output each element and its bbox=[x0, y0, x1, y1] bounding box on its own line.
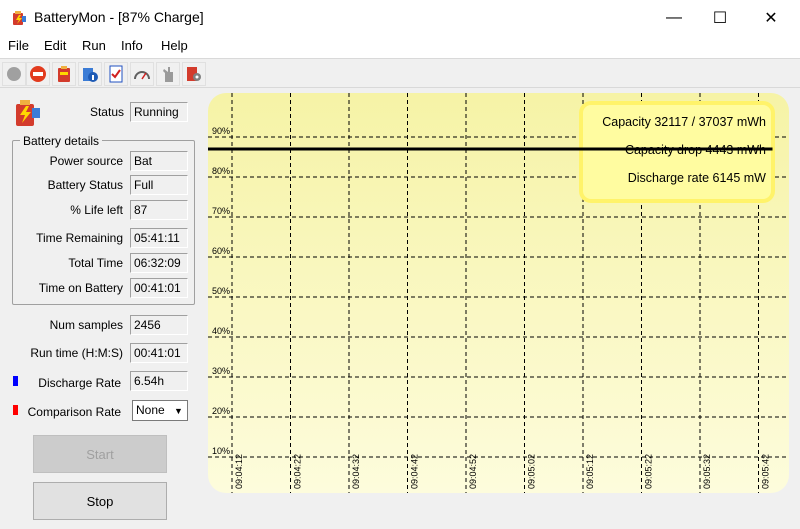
start-button[interactable]: Start bbox=[33, 435, 167, 473]
checklist-button[interactable] bbox=[104, 62, 128, 86]
stop-icon bbox=[30, 66, 46, 82]
menu-info[interactable]: Info bbox=[121, 38, 143, 53]
battery-icon bbox=[58, 66, 70, 82]
chart-panel: 90% 80% 70% 60% 50% 40% 30% 20% 10% 09:04:12 09:0… bbox=[208, 93, 789, 493]
menu-bar: File Edit Run Info Help bbox=[0, 36, 800, 58]
stop-button[interactable]: Stop bbox=[33, 482, 167, 520]
discharge-rate-label: Discharge Rate bbox=[38, 376, 121, 390]
menu-edit[interactable]: Edit bbox=[44, 38, 66, 53]
y-tick-label: 20% bbox=[212, 406, 230, 416]
x-tick-label: 09:04:52 bbox=[468, 454, 478, 489]
battery-details-title: Battery details bbox=[20, 134, 103, 148]
time-remaining-label: Time Remaining bbox=[36, 231, 123, 245]
num-samples-value: 2456 bbox=[130, 315, 188, 335]
y-tick-label: 50% bbox=[212, 286, 230, 296]
y-tick-label: 30% bbox=[212, 366, 230, 376]
y-tick-label: 80% bbox=[212, 166, 230, 176]
battery-status-value: Full bbox=[130, 175, 188, 195]
checklist-icon bbox=[109, 65, 123, 83]
capacity-text: Capacity 32117 / 37037 mWh bbox=[602, 115, 766, 129]
power-source-label: Power source bbox=[49, 154, 123, 168]
status-value: Running bbox=[130, 102, 188, 122]
battery-app-icon bbox=[13, 11, 26, 25]
battery-info-button[interactable] bbox=[78, 62, 102, 86]
battery-button[interactable] bbox=[52, 62, 76, 86]
record-button[interactable] bbox=[2, 62, 26, 86]
title-bar: BatteryMon - [87% Charge] — ☐ ✕ bbox=[0, 0, 800, 36]
time-remaining-value: 05:41:11 bbox=[130, 228, 188, 248]
comparison-rate-select[interactable]: None ▼ bbox=[132, 400, 188, 421]
time-on-battery-label: Time on Battery bbox=[38, 281, 123, 295]
battery-status-label: Battery Status bbox=[47, 178, 123, 192]
num-samples-label: Num samples bbox=[49, 318, 123, 332]
life-left-value: 87 bbox=[130, 200, 188, 220]
x-tick-label: 09:04:42 bbox=[410, 454, 420, 489]
discharge-rate-color-marker bbox=[13, 376, 18, 386]
menu-run[interactable]: Run bbox=[82, 38, 106, 53]
menu-help[interactable]: Help bbox=[161, 38, 188, 53]
run-time-label: Run time (H:M:S) bbox=[30, 346, 123, 360]
x-tick-label: 09:05:42 bbox=[761, 454, 771, 489]
x-tick-label: 09:04:32 bbox=[351, 454, 361, 489]
close-button[interactable]: ✕ bbox=[748, 0, 794, 36]
x-tick-label: 09:05:12 bbox=[585, 454, 595, 489]
x-tick-label: 09:05:22 bbox=[644, 454, 654, 489]
settings-icon bbox=[187, 67, 201, 81]
y-tick-labels: 90% 80% 70% 60% 50% 40% 30% 20% 10% bbox=[212, 126, 230, 456]
power-source-value: Bat bbox=[130, 151, 188, 171]
y-tick-label: 70% bbox=[212, 206, 230, 216]
battery-logo-icon bbox=[16, 100, 40, 126]
minimize-button[interactable]: — bbox=[651, 0, 697, 36]
comparison-rate-selected: None bbox=[136, 403, 165, 417]
y-tick-label: 40% bbox=[212, 326, 230, 336]
y-tick-label: 60% bbox=[212, 246, 230, 256]
stop-toolbar-button[interactable] bbox=[26, 62, 50, 86]
discharge-rate-value: 6.54h bbox=[130, 371, 188, 391]
x-tick-label: 09:04:12 bbox=[234, 454, 244, 489]
record-icon bbox=[7, 67, 21, 81]
y-tick-label: 90% bbox=[212, 126, 230, 136]
life-left-label: % Life left bbox=[70, 203, 123, 217]
hand-button[interactable] bbox=[156, 62, 180, 86]
chart-info-box: Capacity 32117 / 37037 mWh Capacity drop… bbox=[579, 101, 775, 203]
status-label: Status bbox=[89, 105, 124, 119]
battery-info-icon bbox=[83, 68, 98, 82]
total-time-value: 06:32:09 bbox=[130, 253, 188, 273]
x-tick-label: 09:05:32 bbox=[702, 454, 712, 489]
gauge-icon bbox=[134, 71, 150, 80]
menu-file[interactable]: File bbox=[8, 38, 29, 53]
time-on-battery-value: 00:41:01 bbox=[130, 278, 188, 298]
maximize-button[interactable]: ☐ bbox=[697, 0, 743, 36]
chevron-down-icon[interactable]: ▼ bbox=[171, 402, 186, 419]
y-tick-label: 10% bbox=[212, 446, 230, 456]
toolbar bbox=[0, 58, 800, 88]
hand-icon bbox=[163, 67, 173, 82]
run-time-value: 00:41:01 bbox=[130, 343, 188, 363]
window-title: BatteryMon - [87% Charge] bbox=[34, 9, 204, 25]
comparison-rate-color-marker bbox=[13, 405, 18, 415]
discharge-rate-text: Discharge rate 6145 mW bbox=[628, 171, 766, 185]
charge-chart: 90%80%70%60%50%40%30%20%10% 09:04:12 09:0… bbox=[208, 93, 789, 493]
comparison-rate-label: Comparison Rate bbox=[27, 405, 121, 419]
x-tick-label: 09:04:22 bbox=[293, 454, 303, 489]
x-tick-label: 09:05:02 bbox=[527, 454, 537, 489]
gauge-button[interactable] bbox=[130, 62, 154, 86]
settings-button[interactable] bbox=[182, 62, 206, 86]
x-tick-labels: 09:04:12 09:04:22 09:04:32 09:04:42 09:04:52… bbox=[234, 454, 771, 489]
total-time-label: Total Time bbox=[68, 256, 123, 270]
